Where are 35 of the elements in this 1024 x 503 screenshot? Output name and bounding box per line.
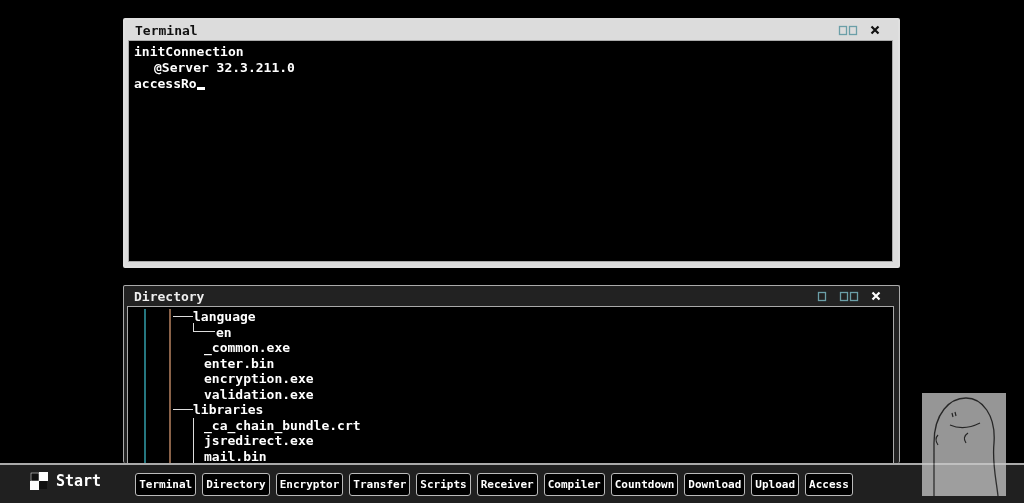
tree-file[interactable]: encryption.exe [204,371,314,386]
taskbar-app-button[interactable]: Directory [202,472,270,496]
taskbar-app-button[interactable]: Transfer [349,472,411,496]
taskbar-app-button[interactable]: Access [805,472,853,496]
tree-file[interactable]: en [215,324,232,340]
tree-branch-line [193,323,215,333]
tree-file[interactable]: jsredirect.exe [204,433,314,449]
close-icon[interactable] [870,25,880,35]
tree-file[interactable]: validation.exe [204,386,314,402]
taskbar-app-button[interactable]: Encryptor [275,472,344,496]
tree-file[interactable]: _ca_chain_bundle.crt [204,417,361,433]
tree-folder[interactable]: libraries [193,402,264,418]
taskbar-app-button[interactable]: Upload [751,472,799,496]
ghost-mascot-icon[interactable] [922,393,1006,496]
tree-file[interactable]: _common.exe [204,340,291,355]
taskbar-app-button[interactable]: Download [684,472,746,496]
minimize-icon[interactable] [817,290,827,302]
start-icon [30,472,48,490]
tree-file[interactable]: mail.bin [204,448,267,463]
taskbar-app-button[interactable]: Countdown [610,472,679,496]
maximize-icon[interactable] [839,290,859,302]
taskbar-app-button[interactable]: Compiler [543,472,605,496]
terminal-line: accessRo [134,76,197,92]
taskbar-app-button[interactable]: Scripts [416,472,471,496]
window-title: Terminal [135,22,198,38]
taskbar-app-button[interactable]: Terminal [135,472,197,496]
start-button[interactable]: Start [30,472,102,490]
tree-branch-line [173,316,193,318]
tree-folder[interactable]: language [193,309,256,325]
terminal-line: @Server 32.3.211.0 [154,60,295,76]
tree-branch-line [173,409,193,411]
window-title: Directory [134,288,205,304]
tree-file[interactable]: enter.bin [204,355,275,371]
terminal-line: initConnection [134,44,244,60]
taskbar-app-button[interactable]: Receiver [476,472,538,496]
